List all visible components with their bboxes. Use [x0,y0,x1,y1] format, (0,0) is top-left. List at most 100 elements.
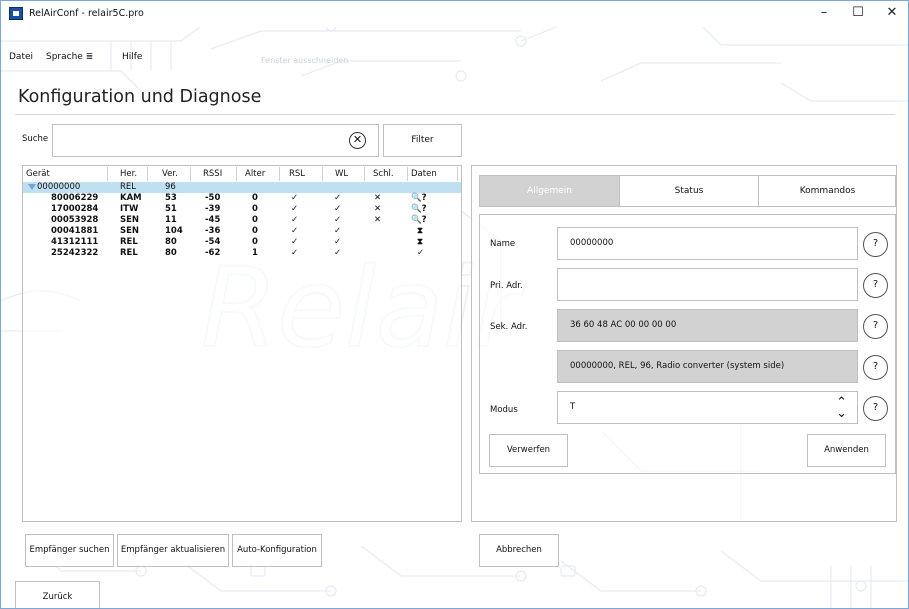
column-divider [190,167,191,181]
primary-address-label: Pri. Adr. [490,281,523,291]
maximize-button[interactable]: ☐ [841,1,875,27]
cell-manufacturer: REL [120,182,137,192]
cell-age: 0 [252,215,258,225]
expand-triangle-icon[interactable] [28,184,36,190]
column-divider [279,167,280,181]
table-row[interactable]: 25242322 REL 80 -62 1 ✓ ✓ ✓ [23,248,461,259]
primary-address-field[interactable] [557,268,858,301]
table-row[interactable]: 00053928 SEN 11 -45 0 ✓ ✓ ✕ 🔍? [23,215,461,226]
cell-version: 53 [165,193,177,203]
secondary-address-field: 36 60 48 AC 00 00 00 00 [557,309,858,342]
menu-language-label: Sprache [46,52,83,62]
name-label: Name [490,239,516,249]
search-receiver-button[interactable]: Empfänger suchen [25,534,114,567]
search-input[interactable] [52,124,379,157]
column-header-device[interactable]: Gerät [26,169,50,179]
secondary-address-help-icon[interactable]: ? [863,314,888,339]
column-header-data[interactable]: Daten [411,169,437,179]
search-data-icon[interactable]: 🔍? [411,204,427,215]
column-divider [236,167,237,181]
check-icon: ✓ [291,237,299,247]
close-window-button[interactable]: ✕ [875,1,908,27]
discard-button[interactable]: Verwerfen [489,434,568,467]
cell-manufacturer: ITW [120,204,139,214]
table-row[interactable]: 00000000 REL 96 [23,182,461,193]
minimize-button[interactable]: – [807,1,841,27]
column-header-version[interactable]: Ver. [162,169,178,179]
search-label: Suche [22,134,49,144]
table-row[interactable]: 41312111 REL 80 -54 0 ✓ ✓ ⧗ [23,237,461,248]
menu-bar: Datei Sprache ≣ Hilfe [1,49,908,67]
column-divider [107,167,108,181]
cross-icon: ✕ [374,215,382,225]
heading-divider [15,114,895,115]
update-receiver-button[interactable]: Empfänger aktualisieren [117,534,229,567]
search-data-icon[interactable]: 🔍? [411,193,427,204]
cell-device: 00053928 [51,215,99,225]
table-row[interactable]: 00041881 SEN 104 -36 0 ✓ ✓ ⧗ [23,226,461,237]
name-field[interactable]: 00000000 [557,227,858,260]
cell-device: 80006229 [51,193,99,203]
table-row[interactable]: 80006229 KAM 53 -50 0 ✓ ✓ ✕ 🔍? [23,193,461,204]
menu-file[interactable]: Datei [9,52,33,62]
cell-version: 104 [165,226,183,236]
device-info-field: 00000000, REL, 96, Radio converter (syst… [557,350,858,383]
apply-button[interactable]: Anwenden [807,434,886,467]
check-icon: ✓ [334,237,342,247]
column-header-rssi[interactable]: RSSI [203,169,222,179]
cell-rssi: -62 [205,248,221,258]
up-down-chevron-icon: ⌃ ⌄ [836,395,847,421]
column-divider [322,167,323,181]
cell-age: 0 [252,237,258,247]
tab-general[interactable]: Allgemein [480,176,619,206]
mode-select[interactable]: T ⌃ ⌄ [557,391,858,424]
check-icon: ✓ [334,204,342,214]
cell-manufacturer: SEN [120,226,140,236]
cell-device: 41312111 [51,237,99,247]
page-title: Konfiguration und Diagnose [18,87,262,107]
primary-address-help-icon[interactable]: ? [863,273,888,298]
cell-manufacturer: KAM [120,193,142,203]
column-header-age[interactable]: Alter [245,169,265,179]
mode-help-icon[interactable]: ? [863,396,888,421]
clear-search-icon[interactable]: ✕ [349,132,366,149]
menu-help[interactable]: Hilfe [122,52,142,62]
cell-age: 0 [252,204,258,214]
check-icon: ✓ [291,248,299,258]
cancel-button[interactable]: Abbrechen [479,534,559,567]
cell-device: 00041881 [51,226,99,236]
tab-commands[interactable]: Kommandos [759,176,896,206]
menu-language[interactable]: Sprache ≣ [46,52,93,62]
check-icon: ✓ [334,215,342,225]
name-help-icon[interactable]: ? [863,232,888,257]
mode-select-value: T [570,402,576,412]
back-button[interactable]: Zurück [15,581,100,608]
cell-manufacturer: REL [120,248,138,258]
check-icon: ✓ [291,215,299,225]
search-data-icon[interactable]: 🔍? [411,215,427,226]
filter-button[interactable]: Filter [383,124,462,157]
table-header: Gerät Her. Ver. RSSI Alter RSL WL Schl. … [23,166,461,182]
check-icon: ✓ [291,193,299,203]
column-divider [407,167,408,181]
table-row[interactable]: 17000284 ITW 51 -39 0 ✓ ✓ ✕ 🔍? [23,204,461,215]
cell-rssi: -54 [205,237,221,247]
window-title: RelAirConf - relair5C.pro [29,8,144,19]
auto-configuration-button[interactable]: Auto-Konfiguration [232,534,322,567]
secondary-address-label: Sek. Adr. [490,322,528,332]
device-info-help-icon[interactable]: ? [863,355,888,380]
hourglass-icon: ⧗ [417,226,423,236]
column-divider [457,167,458,181]
cell-device: 17000284 [51,204,99,214]
cell-device: 25242322 [51,248,99,258]
column-header-key[interactable]: Schl. [373,169,394,179]
cell-device: 00000000 [37,182,81,192]
check-icon: ✓ [334,248,342,258]
tab-status[interactable]: Status [620,176,758,206]
column-header-wl[interactable]: WL [335,169,348,179]
column-header-rsl[interactable]: RSL [289,169,305,179]
check-icon: ✓ [334,193,342,203]
column-header-manufacturer[interactable]: Her. [120,169,137,179]
check-icon: ✓ [291,226,299,236]
cell-age: 0 [252,226,258,236]
